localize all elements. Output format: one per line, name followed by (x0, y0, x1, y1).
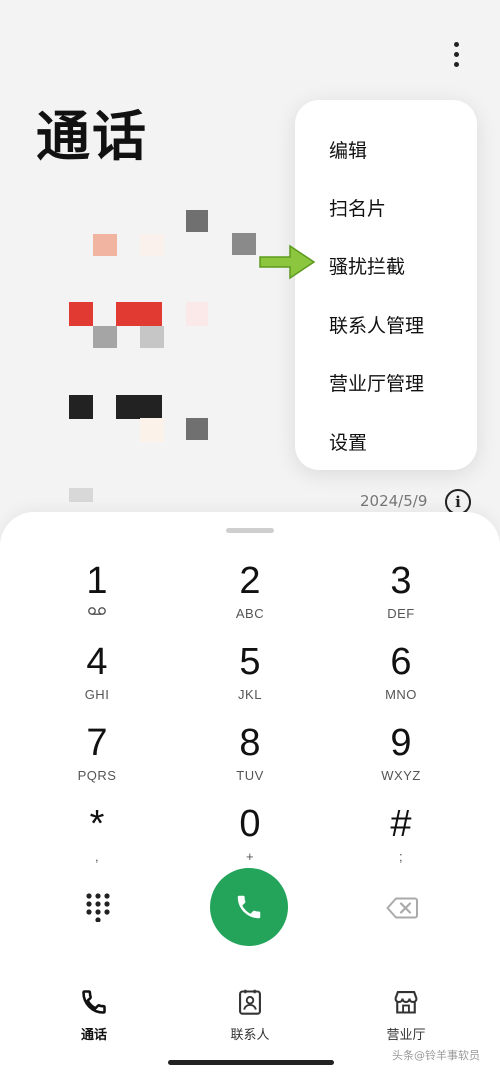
dial-key-7[interactable]: 7 PQRS (42, 722, 152, 796)
watermark: 头条@铃羊事软员 (392, 1049, 480, 1062)
dial-key-8[interactable]: 8 TUV (195, 722, 305, 796)
menu-item-manage-service-hall[interactable]: 营业厅管理 (295, 354, 477, 412)
overflow-menu: 编辑 扫名片 骚扰拦截 联系人管理 营业厅管理 设置 (295, 100, 477, 470)
call-button[interactable] (210, 868, 288, 946)
menu-item-edit[interactable]: 编辑 (295, 120, 477, 178)
voicemail-icon (88, 607, 106, 615)
nav-tab-contacts[interactable]: 联系人 (195, 988, 305, 1043)
more-options-icon[interactable] (440, 38, 472, 70)
dialpad-sheet: 1 2 ABC 3 DEF 4 GHI 5 JKL 6 MNO 7 PQRS 8… (0, 512, 500, 1074)
dial-key-1[interactable]: 1 (42, 560, 152, 634)
dial-key-hash[interactable]: # ; (346, 803, 456, 877)
nav-tab-calls[interactable]: 通话 (39, 988, 149, 1043)
phone-icon (82, 990, 106, 1014)
store-icon (394, 991, 418, 1014)
phone-icon (237, 895, 261, 919)
menu-item-block-harassment[interactable]: 骚扰拦截 (295, 237, 477, 295)
dial-key-4[interactable]: 4 GHI (42, 641, 152, 715)
call-date: 2024/5/9 (360, 492, 428, 510)
dial-key-5[interactable]: 5 JKL (195, 641, 305, 715)
dial-key-9[interactable]: 9 WXYZ (346, 722, 456, 796)
menu-item-manage-contacts[interactable]: 联系人管理 (295, 295, 477, 353)
contacts-book-icon (239, 989, 261, 1015)
backspace-icon[interactable] (386, 897, 418, 919)
green-arrow-icon (259, 244, 316, 280)
dialpad-grid-icon[interactable] (85, 892, 111, 922)
dial-key-6[interactable]: 6 MNO (346, 641, 456, 715)
redacted-call-log (0, 0, 300, 512)
menu-item-settings[interactable]: 设置 (295, 412, 477, 470)
menu-item-scan-card[interactable]: 扫名片 (295, 178, 477, 236)
dial-key-star[interactable]: * , (42, 803, 152, 877)
dial-key-0[interactable]: 0 + (195, 803, 305, 877)
sheet-handle[interactable] (226, 528, 274, 533)
nav-tab-service-hall[interactable]: 营业厅 (351, 988, 461, 1043)
dial-key-2[interactable]: 2 ABC (195, 560, 305, 634)
home-indicator[interactable] (168, 1060, 334, 1065)
dial-key-3[interactable]: 3 DEF (346, 560, 456, 634)
